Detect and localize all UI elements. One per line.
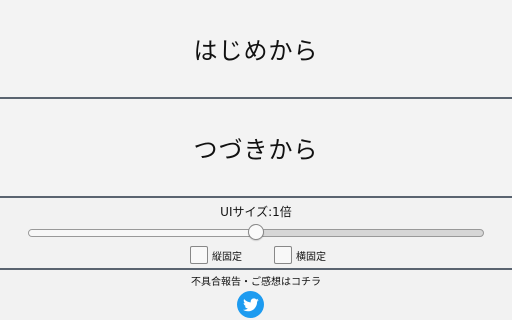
ui-size-slider-thumb[interactable] <box>248 224 264 240</box>
continue-game-button[interactable]: つづきから <box>0 99 512 198</box>
vertical-lock-label: 縦固定 <box>212 251 242 263</box>
ui-size-label: UIサイズ:1倍 <box>220 205 292 219</box>
feedback-link[interactable]: 不具合報告・ご感想はコチラ <box>0 273 512 288</box>
twitter-bird-icon <box>242 297 259 311</box>
horizontal-lock-checkbox-box[interactable] <box>274 246 292 264</box>
footer: 不具合報告・ご感想はコチラ <box>0 270 512 320</box>
settings-panel: UIサイズ:1倍 縦固定 横固定 <box>0 198 512 270</box>
horizontal-lock-checkbox[interactable]: 横固定 <box>274 246 326 264</box>
start-new-game-button[interactable]: はじめから <box>0 0 512 99</box>
horizontal-lock-label: 横固定 <box>296 251 326 263</box>
twitter-button[interactable] <box>237 291 264 318</box>
title-screen: はじめから つづきから UIサイズ:1倍 縦固定 横固定 不具合報告・ご感想はコ… <box>0 0 512 320</box>
ui-size-slider-fill <box>29 230 256 236</box>
vertical-lock-checkbox-box[interactable] <box>190 246 208 264</box>
vertical-lock-checkbox[interactable]: 縦固定 <box>190 246 242 264</box>
